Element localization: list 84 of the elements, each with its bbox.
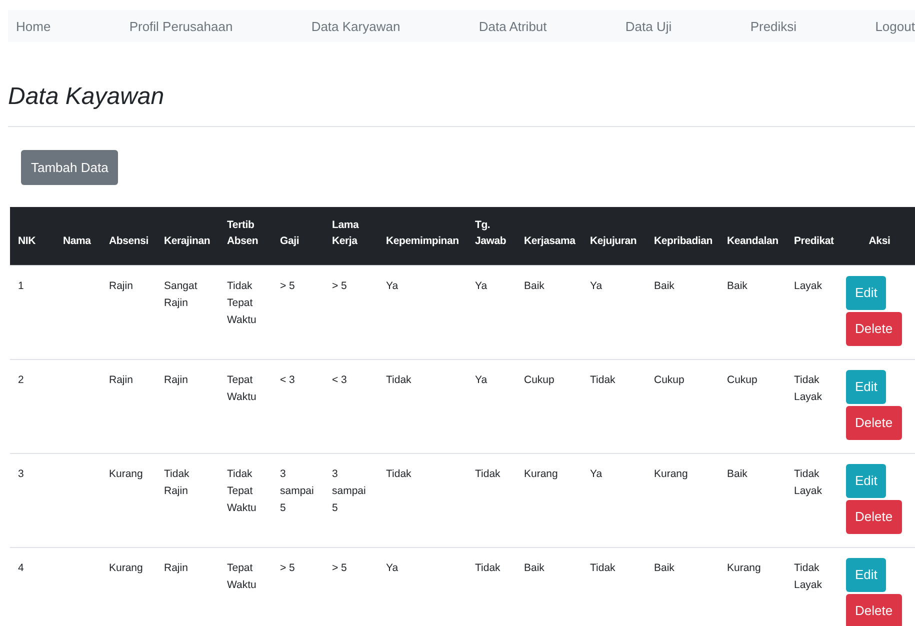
table-cell: Tidak bbox=[475, 468, 500, 480]
table-cell: 3 sampai 5 bbox=[280, 468, 314, 514]
page-title: Data Kayawan bbox=[8, 82, 166, 112]
table-cell: Ya bbox=[386, 280, 398, 292]
edit-button[interactable]: Edit bbox=[846, 464, 886, 498]
table-cell: > 5 bbox=[332, 562, 347, 574]
edit-button[interactable]: Edit bbox=[846, 558, 886, 592]
edit-button[interactable]: Edit bbox=[846, 276, 886, 310]
table-cell: Kurang bbox=[654, 468, 688, 480]
nav-link[interactable]: Data Uji bbox=[625, 18, 672, 34]
table-cell: Tidak Rajin bbox=[164, 468, 190, 496]
table-cell: Kurang bbox=[109, 562, 143, 574]
table-cell: Tidak bbox=[386, 468, 412, 480]
table-cell: Kurang bbox=[109, 468, 143, 480]
table-cell: Cukup bbox=[727, 374, 758, 386]
column-header: Kerjasama bbox=[516, 207, 582, 265]
table-cell: 2 bbox=[18, 374, 24, 386]
table-cell: Baik bbox=[524, 280, 544, 292]
column-header: NIK bbox=[10, 207, 55, 265]
table-cell: Kurang bbox=[727, 562, 761, 574]
delete-button[interactable]: Delete bbox=[846, 500, 902, 534]
column-header: Nama bbox=[55, 207, 101, 265]
table-cell: < 3 bbox=[332, 374, 347, 386]
column-header: Gaji bbox=[272, 207, 324, 265]
nav-link[interactable]: Data Atribut bbox=[478, 18, 547, 34]
table-cell: Ya bbox=[475, 280, 488, 292]
table-cell: Rajin bbox=[109, 280, 133, 292]
table-cell: Tidak bbox=[475, 562, 500, 574]
table-cell: Cukup bbox=[654, 374, 684, 386]
table-cell: Tepat Waktu bbox=[227, 374, 256, 402]
delete-button[interactable]: Delete bbox=[846, 406, 902, 440]
table-cell: Tidak Layak bbox=[794, 562, 822, 590]
add-data-button[interactable]: Tambah Data bbox=[21, 150, 118, 185]
table-cell: < 3 bbox=[280, 374, 295, 386]
table-cell: Baik bbox=[524, 562, 544, 574]
column-header: Tertib Absen bbox=[219, 207, 272, 265]
column-header: Kepemimpinan bbox=[378, 207, 467, 265]
table-cell: 3 sampai 5 bbox=[332, 468, 366, 514]
table-cell: Cukup bbox=[524, 374, 554, 386]
table-cell: Rajin bbox=[109, 374, 133, 386]
table-cell: Tidak bbox=[590, 374, 616, 386]
table-cell: Tidak bbox=[386, 374, 412, 386]
table-cell: 4 bbox=[18, 562, 24, 574]
table-cell: Layak bbox=[794, 280, 822, 292]
table-cell: > 5 bbox=[280, 280, 295, 292]
table-cell: Ya bbox=[475, 374, 488, 386]
table-cell: Tidak bbox=[590, 562, 616, 574]
table-cell: Baik bbox=[654, 280, 674, 292]
column-header: Kejujuran bbox=[582, 207, 646, 265]
table-cell: Rajin bbox=[164, 562, 188, 574]
nav-link[interactable]: Profil Perusahaan bbox=[129, 18, 233, 34]
nav-link[interactable]: Logout bbox=[875, 18, 915, 34]
table-cell: Ya bbox=[590, 280, 602, 292]
table-cell: Baik bbox=[727, 468, 748, 480]
table-cell: Rajin bbox=[164, 374, 188, 386]
table-cell: Tidak Layak bbox=[794, 468, 822, 496]
column-header: Absensi bbox=[101, 207, 156, 265]
table-cell: > 5 bbox=[280, 562, 295, 574]
column-header: Tg. Jawab bbox=[467, 207, 516, 265]
column-header: Kepribadian bbox=[646, 207, 719, 265]
delete-button[interactable]: Delete bbox=[846, 312, 902, 346]
column-header: Keandalan bbox=[719, 207, 786, 265]
nav-link[interactable]: Data Karyawan bbox=[311, 18, 400, 34]
table-cell: > 5 bbox=[332, 280, 347, 292]
delete-button[interactable]: Delete bbox=[846, 594, 902, 626]
table-cell: Tidak Tepat Waktu bbox=[227, 468, 256, 514]
table-cell: Ya bbox=[590, 468, 602, 480]
column-header: Aksi bbox=[840, 207, 915, 265]
table-cell: Tidak Layak bbox=[794, 374, 822, 402]
table-cell: Kurang bbox=[524, 468, 558, 480]
table-cell: 1 bbox=[18, 280, 24, 292]
nav-link[interactable]: Home bbox=[16, 18, 51, 34]
table-cell: Tidak Tepat Waktu bbox=[227, 280, 256, 326]
table-cell: Tepat Waktu bbox=[227, 562, 256, 590]
column-header: Predikat bbox=[786, 207, 840, 265]
column-header: Kerajinan bbox=[156, 207, 219, 265]
table-cell: 3 bbox=[18, 468, 24, 480]
table-cell: Ya bbox=[386, 562, 398, 574]
nav-link[interactable]: Prediksi bbox=[750, 18, 797, 34]
column-header: Lama Kerja bbox=[324, 207, 378, 265]
table-cell: Sangat Rajin bbox=[164, 280, 198, 308]
table-cell: Baik bbox=[727, 280, 748, 292]
edit-button[interactable]: Edit bbox=[846, 370, 886, 404]
table-cell: Baik bbox=[654, 562, 674, 574]
